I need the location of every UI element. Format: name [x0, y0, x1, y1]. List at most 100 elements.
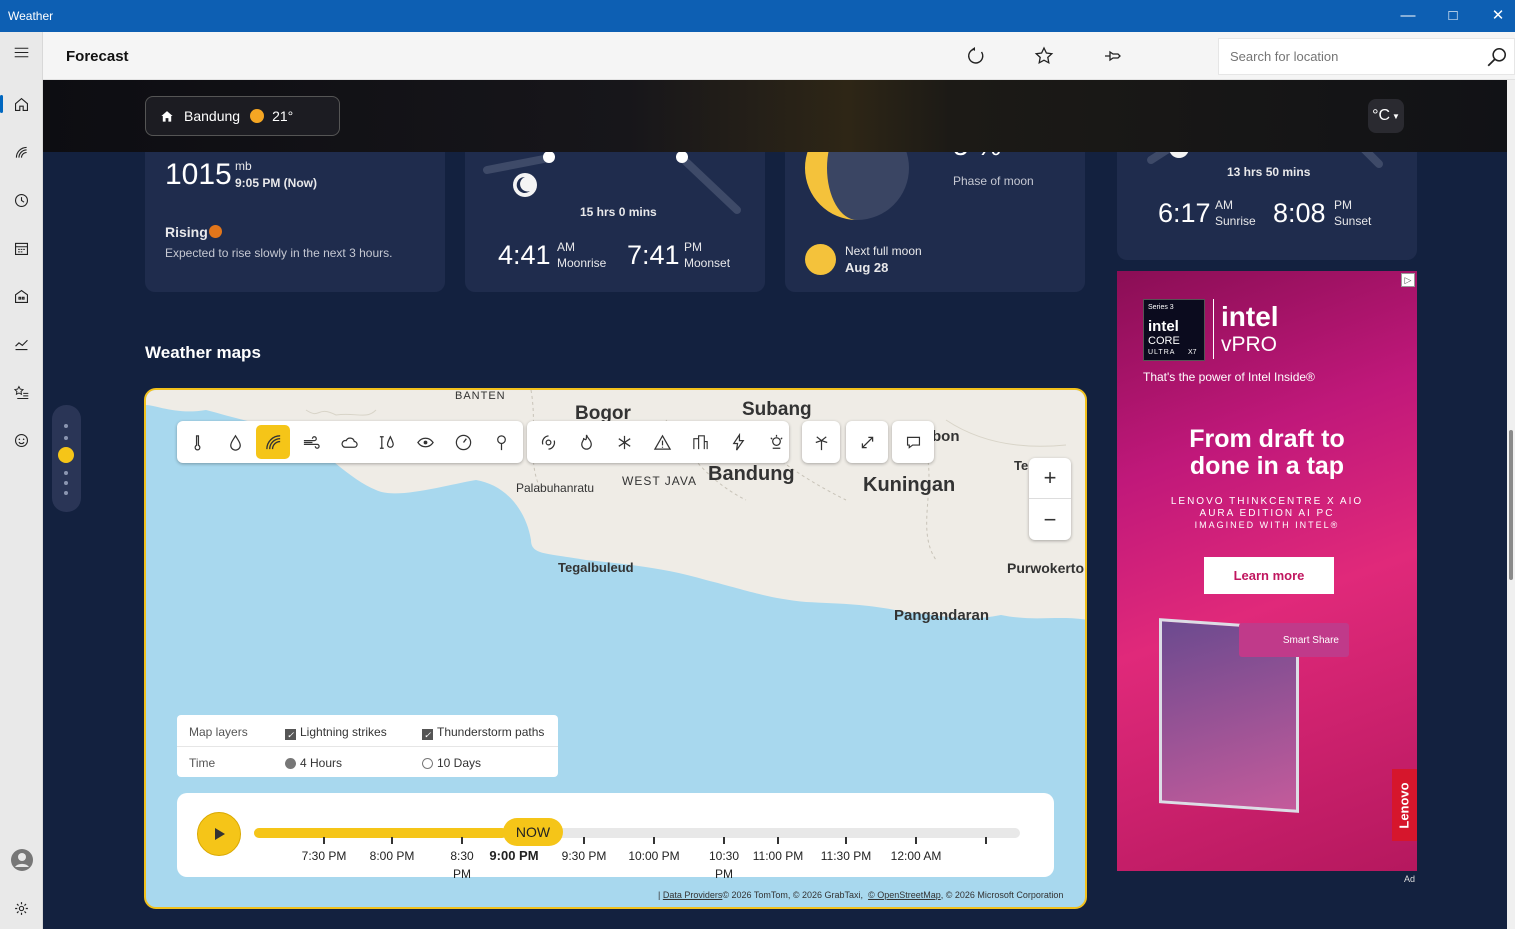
- timeline-label[interactable]: 8:00 PM: [362, 847, 422, 865]
- map-label: Te: [1014, 458, 1029, 473]
- thermometer-icon: [194, 434, 200, 450]
- unit-selector[interactable]: °C ▼: [1368, 99, 1404, 133]
- layer-fire[interactable]: [569, 425, 603, 459]
- lightning-checkbox[interactable]: ✓ Lightning strikes: [285, 725, 387, 740]
- sidebar-item-feedback[interactable]: [0, 420, 43, 460]
- sidebar-item-historical[interactable]: [0, 324, 43, 364]
- scrollbar-thumb[interactable]: [1509, 430, 1513, 580]
- layer-severe[interactable]: [759, 425, 793, 459]
- home-icon: [14, 97, 29, 111]
- timeline-tick: [985, 837, 987, 844]
- badge-intel: intel: [1148, 318, 1179, 335]
- advertisement[interactable]: ▷ Series 3 intel CORE ULTRA X7 intel vPR…: [1117, 271, 1417, 871]
- attribution-text-1: © 2026 TomTom, © 2026 GrabTaxi,: [722, 890, 866, 900]
- unit-label: °C: [1372, 107, 1391, 124]
- refresh-button[interactable]: [961, 42, 991, 70]
- layer-wind[interactable]: [294, 425, 328, 459]
- timeline-tick: [915, 837, 917, 844]
- badge-core: CORE: [1148, 335, 1180, 347]
- data-providers-link[interactable]: Data Providers: [663, 890, 723, 900]
- settings-button[interactable]: [0, 888, 43, 928]
- ad-sub-3: IMAGINED WITH INTEL®: [1194, 520, 1340, 530]
- theme-button[interactable]: [1165, 42, 1195, 70]
- vertical-scrollbar[interactable]: [1507, 80, 1515, 929]
- ad-label: Ad: [1404, 874, 1416, 884]
- timeline-tick: [391, 837, 393, 844]
- search-box: [1218, 38, 1515, 75]
- layer-tropical[interactable]: [802, 421, 840, 463]
- badge-ultra: ULTRA: [1148, 349, 1176, 356]
- layer-humidity[interactable]: [370, 425, 404, 459]
- ad-headline-1: From draft to: [1189, 425, 1345, 453]
- favorite-button[interactable]: [1029, 42, 1059, 70]
- osm-link[interactable]: © OpenStreetMap: [868, 890, 941, 900]
- timeline-label[interactable]: 10:30 PM: [694, 847, 754, 883]
- timeline-label[interactable]: 11:30 PM: [816, 847, 876, 865]
- layer-pollen[interactable]: [484, 425, 518, 459]
- fullscreen-button[interactable]: [846, 421, 888, 463]
- hours-radio[interactable]: 4 Hours: [285, 756, 342, 770]
- sidebar-item-favorites[interactable]: [0, 372, 43, 412]
- layer-alerts[interactable]: [645, 425, 679, 459]
- layer-lightning[interactable]: [721, 425, 755, 459]
- layer-temperature[interactable]: [180, 425, 214, 459]
- page-navigator[interactable]: [52, 405, 81, 512]
- ad-choices-icon[interactable]: ▷: [1401, 273, 1415, 287]
- timeline-label[interactable]: 7:30 PM: [294, 847, 354, 865]
- hurricane-icon: [541, 434, 555, 450]
- pin-icon: [1105, 50, 1121, 62]
- layer-air-quality[interactable]: [683, 425, 717, 459]
- learn-more-button[interactable]: Learn more: [1204, 557, 1334, 594]
- window-title: Weather: [8, 9, 54, 23]
- now-marker[interactable]: NOW: [503, 818, 563, 846]
- close-button[interactable]: ✕: [1475, 0, 1515, 32]
- sidebar-item-home[interactable]: [0, 84, 43, 124]
- timeline-track[interactable]: [254, 828, 1020, 838]
- layer-precipitation[interactable]: [218, 425, 252, 459]
- play-button[interactable]: [197, 812, 241, 856]
- timeline-label[interactable]: 9:00 PM: [484, 847, 544, 865]
- cloud-icon: [340, 437, 358, 448]
- layer-pressure[interactable]: [446, 425, 480, 459]
- sidebar-item-monthly[interactable]: [0, 228, 43, 268]
- timeline-tick: [723, 837, 725, 844]
- play-icon: [215, 828, 225, 840]
- timeline-label[interactable]: 9:30 PM: [554, 847, 614, 865]
- now-label: NOW: [515, 824, 551, 840]
- layer-cloud[interactable]: [332, 425, 366, 459]
- snow-icon: [617, 435, 631, 449]
- search-icon[interactable]: [1486, 46, 1508, 68]
- hamburger-menu-button[interactable]: [0, 32, 43, 72]
- timeline-label[interactable]: 8:30 PM: [432, 847, 492, 883]
- timeline-label[interactable]: 12:00 AM: [886, 847, 946, 865]
- search-input[interactable]: [1219, 39, 1479, 74]
- sidebar-item-life[interactable]: [0, 276, 43, 316]
- comment-icon: [906, 436, 920, 449]
- zoom-out-button[interactable]: −: [1029, 499, 1071, 540]
- pin-button[interactable]: [1098, 42, 1128, 70]
- map-label: Subang: [742, 399, 812, 420]
- account-button[interactable]: [0, 840, 43, 880]
- star-list-icon: [13, 385, 29, 399]
- maximize-button[interactable]: □: [1430, 0, 1476, 32]
- location-chip[interactable]: Bandung 21°: [145, 96, 340, 136]
- layer-visibility[interactable]: [408, 425, 442, 459]
- layer-radar[interactable]: [256, 425, 290, 459]
- feedback-button[interactable]: [892, 421, 934, 463]
- lenovo-label: Lenovo: [1397, 781, 1413, 829]
- weather-map[interactable]: BANTEN Bogor Subang Palabuhanratu WEST J…: [144, 388, 1087, 909]
- thunder-paths-label: Thunderstorm paths: [437, 725, 545, 739]
- eye-icon: [416, 437, 434, 447]
- thunder-paths-checkbox[interactable]: ✓ Thunderstorm paths: [422, 725, 544, 740]
- map-label: WEST JAVA: [622, 474, 698, 488]
- days-radio[interactable]: 10 Days: [422, 756, 481, 770]
- timeline-label[interactable]: 11:00 PM: [748, 847, 808, 865]
- layer-snow[interactable]: [607, 425, 641, 459]
- sidebar-item-maps[interactable]: [0, 132, 43, 172]
- map-attribution: | Data Providers© 2026 TomTom, © 2026 Gr…: [658, 890, 1064, 900]
- zoom-in-button[interactable]: +: [1029, 458, 1071, 499]
- timeline-label[interactable]: 10:00 PM: [624, 847, 684, 865]
- sidebar-item-hourly[interactable]: [0, 180, 43, 220]
- minimize-button[interactable]: —: [1385, 0, 1431, 32]
- layer-hurricane[interactable]: [531, 425, 565, 459]
